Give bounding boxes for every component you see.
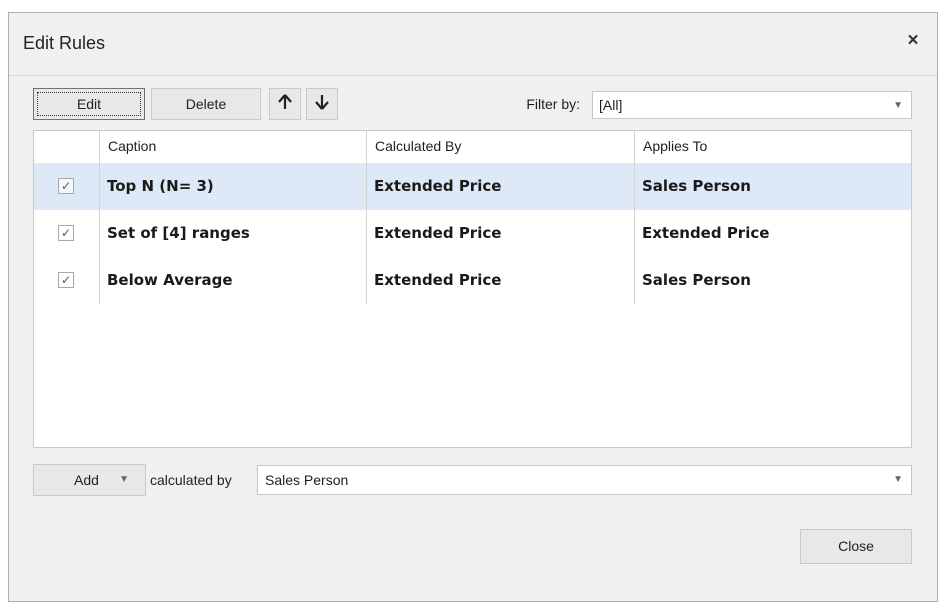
calculated-by-cell: Extended Price: [374, 271, 502, 289]
filter-by-label: Filter by:: [526, 96, 580, 112]
delete-button[interactable]: Delete: [151, 88, 261, 120]
chevron-down-icon[interactable]: ▼: [893, 100, 903, 111]
delete-button-label: Delete: [185, 96, 227, 112]
close-button[interactable]: Close: [800, 529, 912, 564]
checkmark-icon[interactable]: ✓: [58, 178, 74, 194]
table-row[interactable]: ✓ Top N (N= 3) Extended Price Sales Pers…: [34, 163, 911, 210]
calculated-by-value: Sales Person: [265, 472, 349, 488]
calculated-by-cell: Extended Price: [374, 177, 502, 195]
applies-to-cell: Extended Price: [642, 224, 770, 242]
column-header-calculated-by[interactable]: Calculated By: [366, 131, 634, 163]
move-up-button[interactable]: [269, 88, 301, 120]
add-button-label: Add: [74, 472, 99, 488]
checkmark-icon[interactable]: ✓: [58, 272, 74, 288]
arrow-up-icon: [278, 89, 292, 119]
chevron-down-icon[interactable]: ▼: [893, 474, 903, 485]
checkbox-cell[interactable]: ✓: [34, 163, 99, 210]
edit-button[interactable]: Edit: [33, 88, 145, 120]
calculated-by-cell: Extended Price: [374, 224, 502, 242]
table-row[interactable]: ✓ Below Average Extended Price Sales Per…: [34, 257, 911, 304]
column-divider: [366, 163, 367, 304]
caption-cell: Set of [4] ranges: [107, 224, 250, 242]
grid-header: Caption Calculated By Applies To: [34, 131, 911, 164]
filter-by-value: [All]: [599, 97, 623, 113]
column-divider: [99, 163, 100, 304]
title-separator: [9, 75, 937, 76]
dialog-title: Edit Rules: [23, 33, 106, 53]
close-button-label: Close: [838, 538, 874, 554]
checkbox-cell[interactable]: ✓: [34, 210, 99, 257]
calculated-by-label: calculated by: [150, 472, 232, 488]
title-bar: Edit Rules ×: [9, 13, 937, 75]
column-header-applies-to[interactable]: Applies To: [634, 131, 911, 163]
add-button[interactable]: Add ▼: [33, 464, 146, 496]
column-divider: [634, 163, 635, 304]
checkmark-icon[interactable]: ✓: [58, 225, 74, 241]
column-header-caption[interactable]: Caption: [99, 131, 366, 163]
calculated-by-dropdown[interactable]: Sales Person ▼: [257, 465, 912, 495]
table-row[interactable]: ✓ Set of [4] ranges Extended Price Exten…: [34, 210, 911, 257]
applies-to-cell: Sales Person: [642, 177, 751, 195]
caption-cell: Top N (N= 3): [107, 177, 214, 195]
focus-rectangle: [37, 92, 141, 116]
rules-grid: Caption Calculated By Applies To ✓ Top N…: [33, 130, 912, 448]
checkbox-cell[interactable]: ✓: [34, 257, 99, 304]
move-down-button[interactable]: [306, 88, 338, 120]
arrow-down-icon: [315, 89, 329, 119]
applies-to-cell: Sales Person: [642, 271, 751, 289]
chevron-down-icon[interactable]: ▼: [119, 465, 129, 495]
caption-cell: Below Average: [107, 271, 233, 289]
filter-by-dropdown[interactable]: [All] ▼: [592, 91, 912, 119]
close-icon[interactable]: ×: [903, 31, 923, 51]
